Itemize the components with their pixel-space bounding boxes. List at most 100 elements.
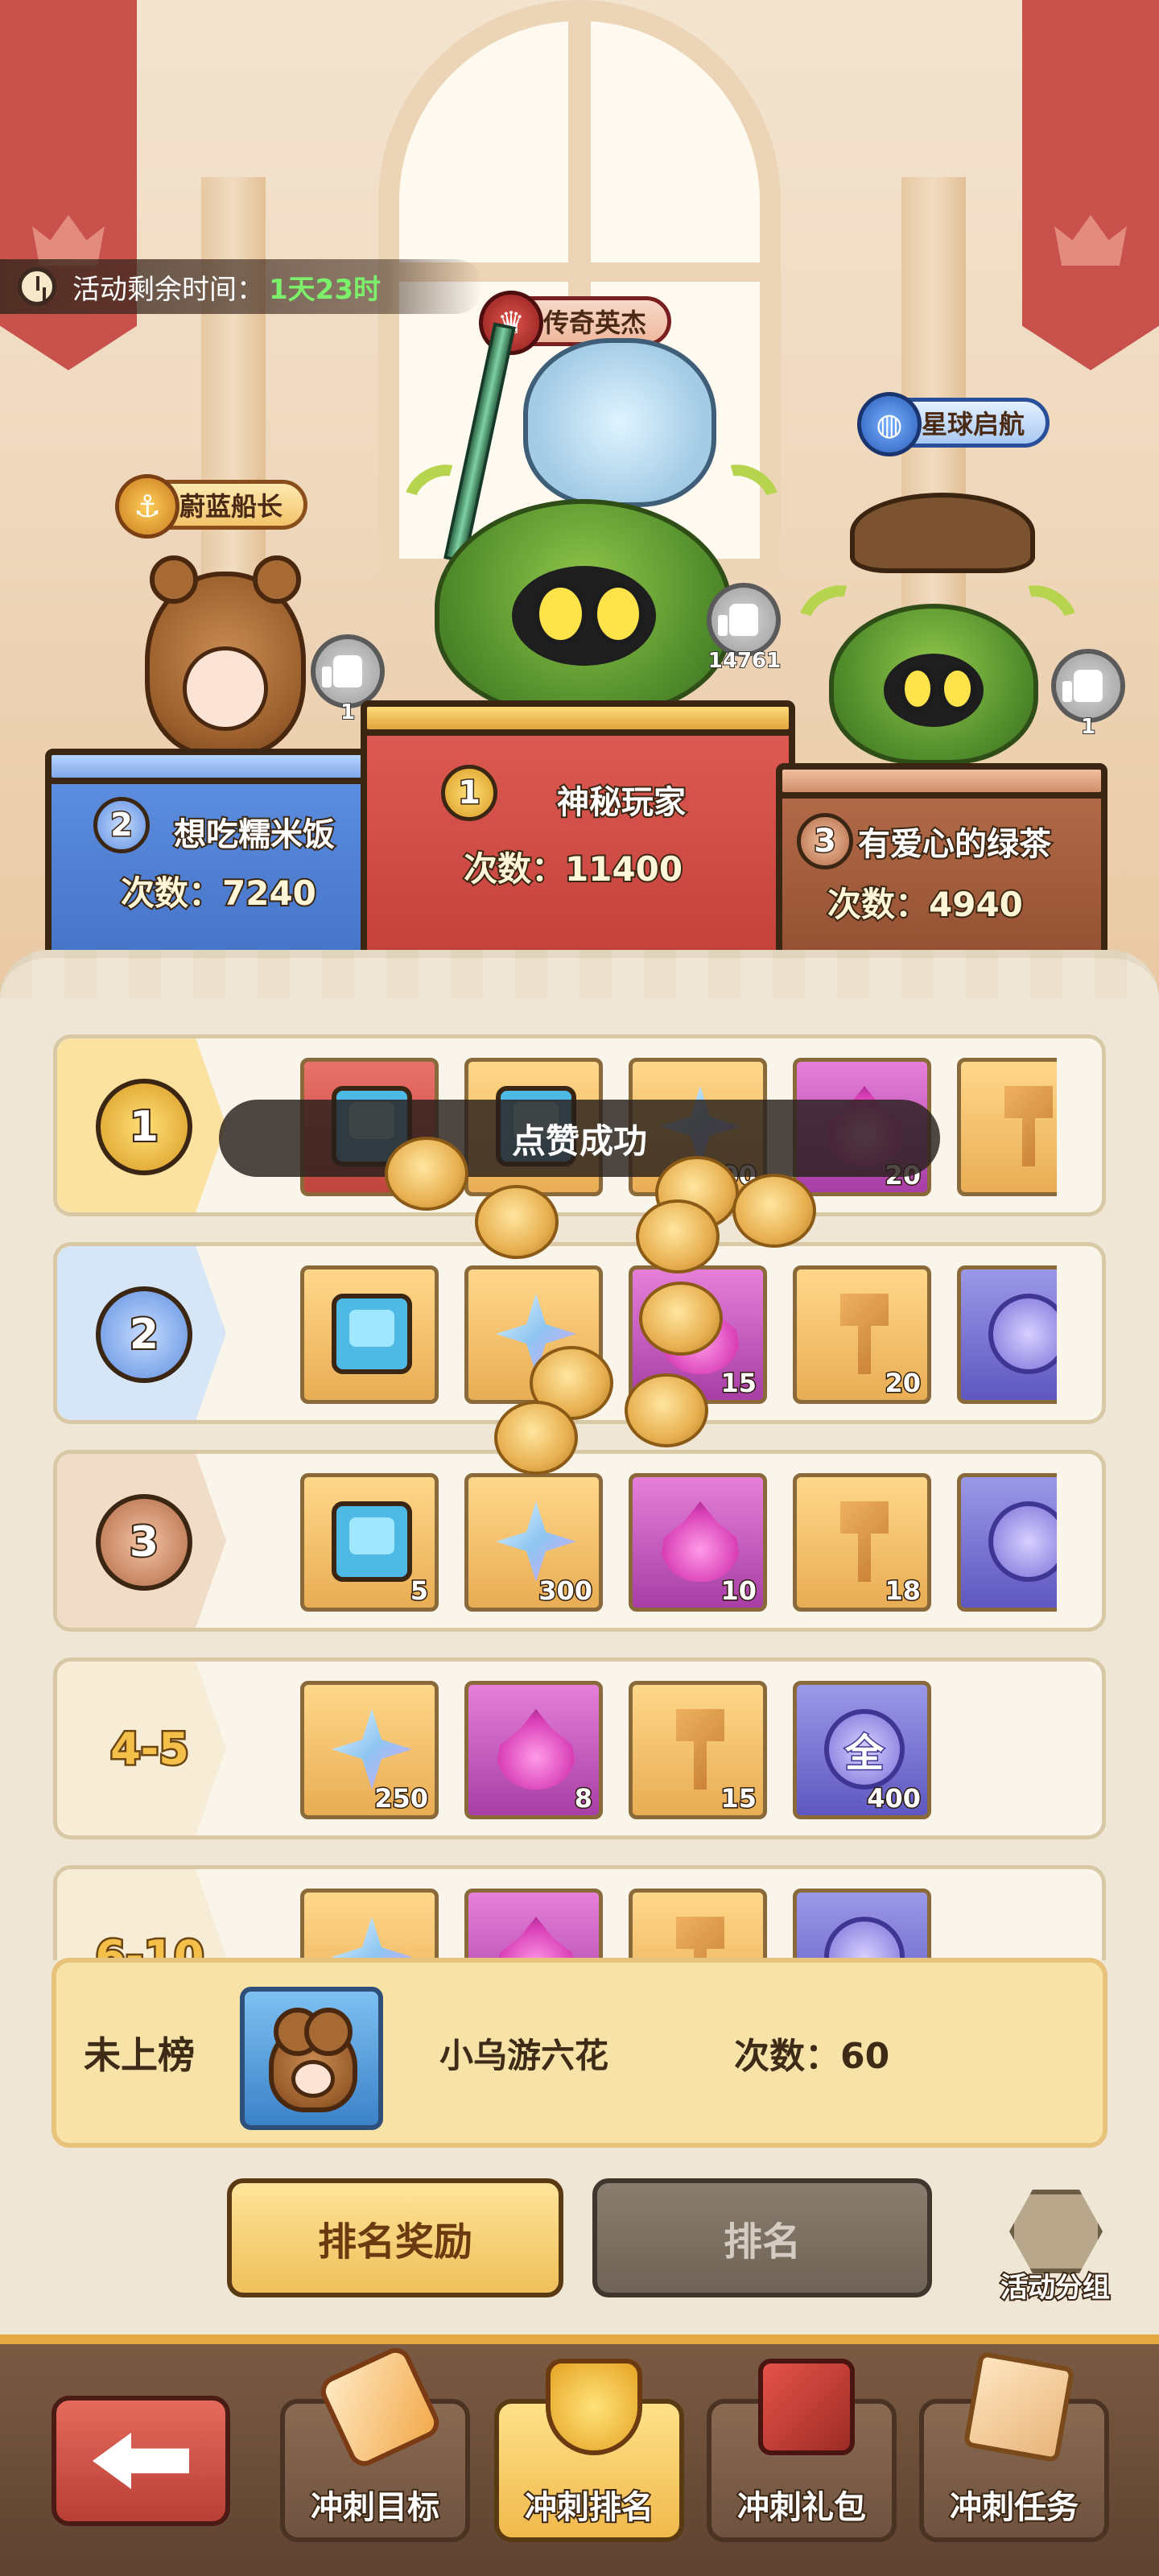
rank-medal-3: 3: [96, 1494, 192, 1591]
reward-item[interactable]: 20: [793, 1265, 931, 1404]
item-quantity: 15: [720, 1782, 758, 1815]
reward-row-rank-6-10: 6-10: [53, 1865, 1106, 1960]
flame-icon: [496, 1709, 576, 1790]
hammer-icon: [676, 1709, 724, 1790]
red-banner-left: [0, 0, 137, 370]
back-arrow-icon: [93, 2433, 189, 2489]
reward-item[interactable]: [464, 1889, 603, 1960]
reward-item[interactable]: [957, 1265, 1057, 1404]
item-quantity: 10: [720, 1575, 758, 1608]
reward-item[interactable]: 15: [629, 1681, 767, 1819]
nav-label: 冲刺礼包: [736, 2487, 868, 2528]
bush-monster: [829, 604, 1038, 765]
nav-sprint-ranking[interactable]: 冲刺排名: [494, 2359, 684, 2542]
reward-item[interactable]: 5: [300, 1473, 439, 1612]
rank-medal-1: 1: [96, 1079, 192, 1175]
reward-item[interactable]: 10: [629, 1473, 767, 1612]
reward-item[interactable]: [957, 1058, 1057, 1196]
coin-icon: [639, 1282, 723, 1356]
item-quantity: 18: [884, 1575, 922, 1608]
tab-ranking-reward[interactable]: 排名奖励: [227, 2178, 563, 2297]
title-text: 星球启航: [922, 409, 1025, 440]
item-quantity: 8: [573, 1782, 593, 1815]
event-group-button[interactable]: 活动分组: [980, 2190, 1130, 2310]
hammer-icon: [840, 1294, 889, 1374]
event-group-label: 活动分组: [999, 2270, 1112, 2306]
flame-icon: [660, 1501, 740, 1582]
group-people-icon: [1009, 2190, 1103, 2273]
timer-value: 1天23时: [269, 273, 381, 306]
like-count-first: 14761: [707, 648, 782, 674]
rank-medal-third: 3: [797, 813, 853, 869]
coin-icon: [625, 1373, 708, 1447]
title-badge-second: ⚓ 蔚蓝船长: [115, 474, 308, 539]
title-text: 传奇英杰: [543, 308, 647, 338]
reward-item[interactable]: [793, 1889, 931, 1960]
reward-item[interactable]: [300, 1889, 439, 1960]
crystal-icon: [496, 1501, 576, 1582]
tab-ranking[interactable]: 排名: [592, 2178, 932, 2297]
bush-monster: [435, 499, 732, 716]
coin-all-icon: [988, 1294, 1057, 1374]
like-success-toast: 点赞成功: [219, 1100, 940, 1177]
hammer-icon: [676, 1917, 724, 1960]
my-avatar[interactable]: [240, 1987, 383, 2130]
tv-icon: [332, 1294, 412, 1374]
nav-sprint-task[interactable]: 冲刺任务: [919, 2351, 1109, 2542]
reward-item[interactable]: [300, 1265, 439, 1404]
coin-icon: [494, 1401, 578, 1475]
my-count: 次数：60: [734, 2036, 890, 2077]
item-quantity: 300: [538, 1575, 594, 1608]
item-quantity: 5: [409, 1575, 429, 1608]
cowboy-hat-icon: [850, 493, 1035, 573]
gift-chest-icon: [758, 2359, 855, 2455]
reward-item[interactable]: [629, 1889, 767, 1960]
like-button-second[interactable]: [311, 634, 385, 708]
coin-icon: [475, 1185, 559, 1259]
reward-item[interactable]: 全 400: [793, 1681, 931, 1819]
rank-medal-first: 1: [441, 765, 497, 821]
flame-icon: [496, 1917, 576, 1960]
player-count-first: 次数：11400: [462, 848, 684, 890]
my-rank-status: 未上榜: [84, 2033, 195, 2077]
timer-label: 活动剩余时间：: [72, 273, 264, 306]
rank-range-label: 4-5: [109, 1721, 192, 1776]
my-player-name: 小乌游六花: [439, 2035, 609, 2075]
trophy-icon: [546, 2359, 642, 2455]
nav-sprint-gift[interactable]: 冲刺礼包: [707, 2359, 897, 2542]
reward-item[interactable]: 300: [464, 1473, 603, 1612]
back-button[interactable]: [52, 2396, 230, 2526]
tv-icon: [332, 1501, 412, 1582]
reward-item[interactable]: 8: [464, 1681, 603, 1819]
item-quantity: 20: [884, 1367, 922, 1400]
reward-row-rank-3: 3 5 300 10 18: [53, 1450, 1106, 1632]
hero-avatar: [523, 338, 716, 507]
crystal-icon: [332, 1709, 412, 1790]
reward-item[interactable]: [957, 1473, 1057, 1612]
event-timer: 活动剩余时间： 1天23时: [0, 259, 483, 314]
panel-trim: [0, 950, 1159, 998]
reward-item[interactable]: 18: [793, 1473, 931, 1612]
my-rank-bar: 未上榜 小乌游六花 次数：60: [52, 1958, 1107, 2148]
like-count-third: 1: [1080, 714, 1096, 740]
clock-icon: [18, 267, 56, 306]
rank-range-label: 6-10: [93, 1929, 206, 1960]
player-count-second: 次数：7240: [119, 872, 318, 914]
player-name-second: 想吃糯米饭: [172, 815, 336, 855]
coin-all-icon: [988, 1501, 1057, 1582]
item-quantity: 400: [866, 1782, 922, 1815]
hammer-icon: [1004, 1086, 1053, 1166]
crown-icon: [1054, 215, 1127, 266]
red-banner-right: [1022, 0, 1159, 370]
reward-item[interactable]: 250: [300, 1681, 439, 1819]
like-button-third[interactable]: [1051, 649, 1125, 723]
reward-row-rank-4-5: 4-5 250 8 15 全 400: [53, 1657, 1106, 1839]
nav-label: 冲刺任务: [948, 2487, 1080, 2528]
nav-label: 冲刺排名: [523, 2487, 655, 2528]
coin-icon: [385, 1137, 468, 1211]
crystal-icon: [332, 1917, 412, 1960]
like-button-first[interactable]: [707, 583, 781, 657]
nav-sprint-goal[interactable]: 冲刺目标: [280, 2343, 470, 2542]
nav-label: 冲刺目标: [309, 2487, 441, 2528]
item-quantity: 15: [720, 1367, 758, 1400]
